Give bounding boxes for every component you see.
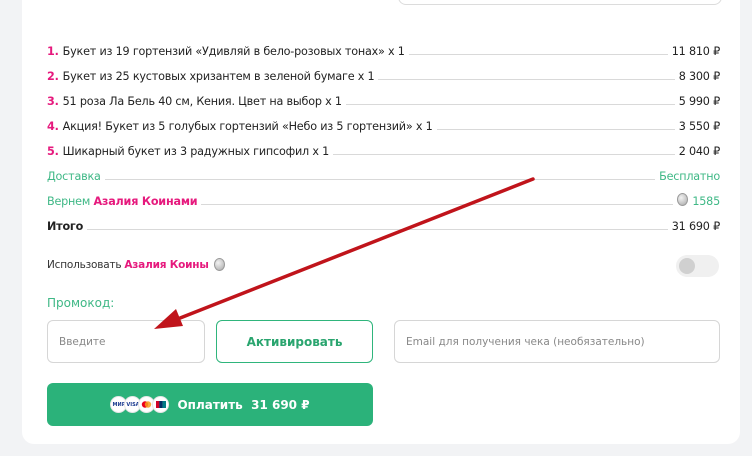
cashback-coins-name: Азалия Коинами (93, 195, 198, 208)
payment-cards: МИР VISA (110, 396, 170, 413)
dotted-leader (201, 204, 674, 205)
cashback-prefix: Вернем (47, 195, 94, 208)
order-item-row: 2. Букет из 25 кустовых хризантем в зеле… (47, 67, 720, 83)
item-number: 2. (47, 70, 59, 83)
promo-code-input[interactable]: Введите (47, 320, 205, 363)
item-price: 2 040 ₽ (678, 145, 721, 158)
order-item-row: 5. Шикарный букет из 3 радужных гипсофил… (47, 142, 720, 158)
item-price: 8 300 ₽ (678, 70, 721, 83)
total-row: Итого 31 690 ₽ (47, 217, 720, 233)
item-number: 3. (47, 95, 59, 108)
item-name: Букет из 19 гортензий «Удивляй в бело-ро… (62, 45, 405, 58)
item-number: 5. (47, 145, 59, 158)
order-item-row: 1. Букет из 19 гортензий «Удивляй в бело… (47, 42, 720, 58)
item-number: 4. (47, 120, 59, 133)
pay-button[interactable]: МИР VISA Оплатить 31 690 ₽ (47, 383, 373, 426)
item-price: 11 810 ₽ (671, 45, 720, 58)
total-value: 31 690 ₽ (671, 220, 720, 233)
coin-icon (677, 193, 689, 206)
item-name: Шикарный букет из 3 радужных гипсофил x … (62, 145, 330, 158)
total-label: Итого (47, 220, 84, 233)
activate-promo-button[interactable]: Активировать (216, 320, 373, 363)
item-name: Букет из 25 кустовых хризантем в зеленой… (62, 70, 375, 83)
dotted-leader (333, 154, 675, 155)
item-name: 51 роза Ла Бель 40 см, Кения. Цвет на вы… (62, 95, 342, 108)
top-input-field[interactable] (398, 0, 722, 5)
item-name: Акция! Букет из 5 голубых гортензий «Неб… (62, 120, 433, 133)
dotted-leader (104, 179, 656, 180)
dotted-leader (87, 229, 668, 230)
dotted-leader (378, 79, 675, 80)
dotted-leader (408, 54, 668, 55)
toggle-knob (679, 258, 695, 274)
promo-label: Промокод: (47, 296, 115, 310)
unionpay-card-icon (152, 396, 170, 413)
email-receipt-input[interactable]: Email для получения чека (необязательно) (394, 320, 720, 363)
dotted-leader (436, 129, 675, 130)
order-item-row: 4. Акция! Букет из 5 голубых гортензий «… (47, 117, 720, 133)
cashback-label: Вернем Азалия Коинами (47, 195, 198, 208)
use-coins-prefix: Использовать (47, 258, 122, 271)
use-coins-toggle[interactable] (676, 255, 719, 277)
cashback-value-wrap: 1585 (677, 193, 720, 208)
pay-label: Оплатить 31 690 ₽ (177, 397, 310, 412)
item-price: 5 990 ₽ (678, 95, 721, 108)
delivery-row: Доставка Бесплатно (47, 167, 720, 183)
cashback-value: 1585 (692, 195, 720, 208)
dotted-leader (345, 104, 675, 105)
cashback-row: Вернем Азалия Коинами 1585 (47, 192, 720, 208)
email-placeholder: Email для получения чека (необязательно) (406, 335, 645, 348)
promo-placeholder: Введите (59, 335, 106, 348)
use-coins-option: Использовать Азалия Коины (47, 258, 229, 271)
delivery-value: Бесплатно (659, 170, 720, 183)
coin-icon (213, 258, 225, 271)
delivery-label: Доставка (47, 170, 101, 183)
item-price: 3 550 ₽ (678, 120, 721, 133)
order-item-row: 3. 51 роза Ла Бель 40 см, Кения. Цвет на… (47, 92, 720, 108)
use-coins-name: Азалия Коины (124, 258, 209, 271)
item-number: 1. (47, 45, 59, 58)
